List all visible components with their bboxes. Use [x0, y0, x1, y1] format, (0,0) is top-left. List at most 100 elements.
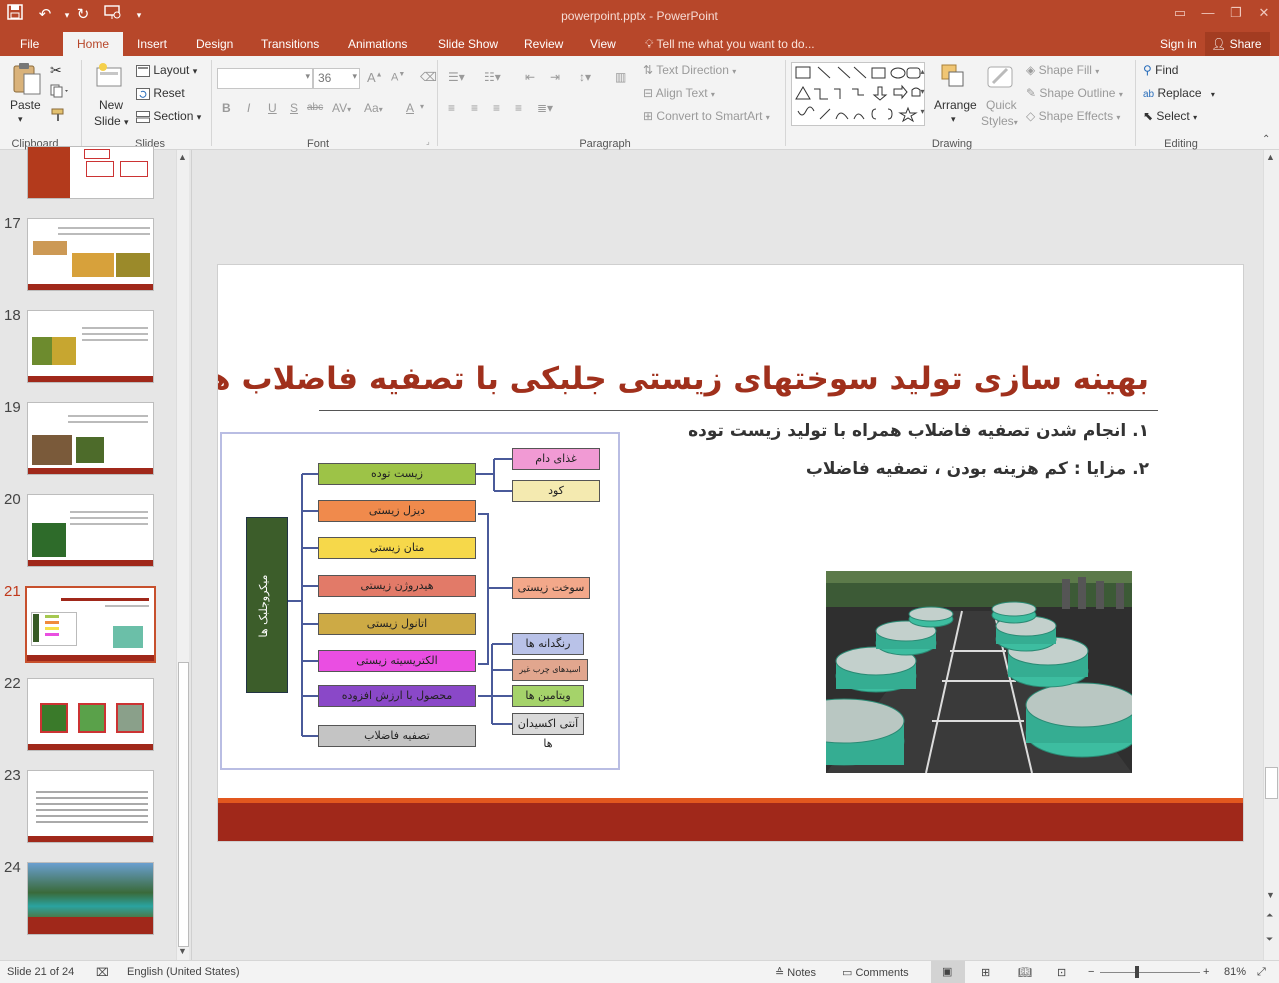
algae-ponds-photo[interactable]: [826, 571, 1132, 773]
tab-review[interactable]: Review: [524, 36, 563, 56]
normal-view-button[interactable]: ▣: [931, 961, 965, 983]
align-left-icon[interactable]: ≡: [448, 101, 455, 115]
thumbnail-slide-21-selected[interactable]: [25, 586, 156, 663]
increase-font-icon[interactable]: A▲: [367, 70, 383, 85]
new-slide-icon[interactable]: [94, 61, 126, 93]
zoom-slider-thumb[interactable]: [1135, 966, 1139, 978]
thumbnail-slide-19[interactable]: [27, 402, 154, 475]
thumbnail-slide-18[interactable]: [27, 310, 154, 383]
italic-button[interactable]: I: [247, 101, 250, 115]
slide-scrollbar[interactable]: ▲ ▼ ⏶ ⏷: [1263, 150, 1279, 960]
sign-in-link[interactable]: Sign in: [1160, 36, 1197, 56]
shape-effects-button[interactable]: ◇ Shape Effects ▾: [1026, 109, 1120, 123]
paste-icon[interactable]: [10, 62, 42, 95]
quick-styles-button[interactable]: Styles▾: [981, 114, 1018, 128]
minimize-icon[interactable]: —: [1194, 3, 1222, 23]
bullet-1[interactable]: ۱. انجام شدن تصفیه فاضلاب همراه با تولید…: [688, 421, 1149, 441]
shapes-scroll-icon[interactable]: ▴ ▾ ▾: [917, 62, 928, 126]
spell-check-icon[interactable]: ⌧: [96, 966, 109, 979]
font-size-box[interactable]: 36 ▾: [313, 68, 360, 89]
scroll-down-icon[interactable]: ▼: [1266, 890, 1275, 900]
tab-slide-show[interactable]: Slide Show: [438, 36, 498, 56]
thumbnail-slide-24[interactable]: [27, 862, 154, 935]
font-name-box[interactable]: ▾: [217, 68, 313, 89]
align-text-button[interactable]: ⊟ Align Text ▾: [643, 86, 715, 100]
decrease-font-icon[interactable]: A▼: [391, 71, 405, 84]
shape-fill-button[interactable]: ◈ Shape Fill ▾: [1026, 63, 1099, 77]
reset-button[interactable]: Reset: [136, 86, 185, 100]
microalgae-diagram[interactable]: میکروجلبک ها زیست توده دیزل زیستی متان ز…: [220, 432, 620, 770]
shadow-button[interactable]: S: [290, 101, 298, 115]
bullets-icon[interactable]: ☰▾: [448, 70, 465, 84]
select-button[interactable]: ⬉ Select ▾: [1143, 109, 1197, 123]
copy-icon[interactable]: [50, 84, 70, 101]
bullet-2[interactable]: ۲. مزایا : کم هزینه بودن ، تصفیه فاضلاب: [806, 459, 1149, 479]
find-button[interactable]: ⚲ Find: [1143, 63, 1178, 77]
thumbnail-slide-23[interactable]: [27, 770, 154, 843]
share-button[interactable]: 👤︎ Share: [1205, 32, 1270, 56]
underline-button[interactable]: U: [268, 101, 277, 115]
scroll-up-icon[interactable]: ▲: [1266, 152, 1275, 162]
tab-view[interactable]: View: [590, 36, 616, 56]
thumbnail-slide-20[interactable]: [27, 494, 154, 567]
shapes-gallery[interactable]: [791, 62, 925, 126]
thumbnail-slide-17[interactable]: [27, 218, 154, 291]
paste-button[interactable]: Paste: [10, 98, 41, 112]
ribbon-display-options-icon[interactable]: ▭: [1166, 3, 1194, 23]
tab-animations[interactable]: Animations: [348, 36, 407, 56]
new-slide-label-1[interactable]: New: [99, 98, 123, 112]
reading-view-icon[interactable]: 📖︎: [1018, 966, 1032, 979]
scrollbar-thumb[interactable]: [178, 662, 189, 947]
layout-button[interactable]: Layout ▾: [136, 63, 197, 77]
replace-button[interactable]: ab Replace ▾: [1143, 86, 1215, 100]
zoom-out-icon[interactable]: −: [1088, 966, 1094, 978]
current-slide[interactable]: بهینه سازی تولید سوختهای زیستی جلبکی با …: [217, 264, 1244, 842]
collapse-ribbon-icon[interactable]: ⌃: [1262, 134, 1270, 145]
change-case-button[interactable]: Aa▾: [364, 101, 383, 115]
bold-button[interactable]: B: [222, 101, 231, 115]
close-icon[interactable]: ✕: [1250, 3, 1278, 23]
scroll-up-icon[interactable]: ▲: [178, 152, 187, 162]
tab-transitions[interactable]: Transitions: [261, 36, 319, 56]
quick-styles-label-1[interactable]: Quick: [986, 98, 1017, 112]
slide-title[interactable]: بهینه سازی تولید سوختهای زیستی جلبکی با …: [218, 361, 1149, 397]
chevron-down-icon[interactable]: ▾: [420, 102, 424, 111]
tab-design[interactable]: Design: [196, 36, 233, 56]
zoom-slider[interactable]: [1100, 972, 1200, 973]
strikethrough-button[interactable]: abc: [307, 102, 323, 113]
tab-insert[interactable]: Insert: [137, 36, 167, 56]
decrease-indent-icon[interactable]: ⇤: [525, 70, 535, 84]
justify-icon[interactable]: ≡: [515, 101, 522, 115]
fit-slide-icon[interactable]: ⤢: [1257, 966, 1266, 979]
notes-button[interactable]: ≙ Notes: [775, 966, 816, 979]
quick-styles-icon[interactable]: [985, 61, 1017, 93]
arrange-button[interactable]: Arrange: [934, 98, 977, 112]
font-dialog-launcher-icon[interactable]: ⌟: [426, 137, 430, 146]
thumbnail-slide-16[interactable]: [27, 146, 154, 199]
thumbnail-scrollbar[interactable]: ▲ ▼: [176, 150, 189, 960]
shape-outline-button[interactable]: ✎ Shape Outline ▾: [1026, 86, 1123, 100]
font-color-icon[interactable]: A: [406, 101, 414, 115]
zoom-in-icon[interactable]: +: [1203, 966, 1209, 978]
restore-icon[interactable]: ❐: [1222, 3, 1250, 23]
scroll-down-icon[interactable]: ▼: [178, 946, 187, 956]
language-indicator[interactable]: English (United States): [127, 966, 240, 978]
clear-formatting-icon[interactable]: ⌫: [420, 70, 437, 84]
comments-button[interactable]: ▭ Comments: [842, 966, 909, 979]
tell-me-box[interactable]: 💡︎ Tell me what you want to do...: [645, 36, 815, 56]
tab-home[interactable]: Home: [63, 32, 124, 56]
columns-icon[interactable]: ▥: [615, 70, 626, 84]
align-center-icon[interactable]: ≡: [471, 101, 478, 115]
paste-dropdown-icon[interactable]: ▾: [18, 114, 23, 125]
arrange-dropdown-icon[interactable]: ▾: [951, 114, 956, 125]
format-painter-icon[interactable]: [50, 108, 66, 125]
section-button[interactable]: Section ▾: [136, 109, 201, 123]
scrollbar-thumb[interactable]: [1265, 767, 1278, 799]
character-spacing-button[interactable]: AV▾: [332, 101, 351, 115]
increase-indent-icon[interactable]: ⇥: [550, 70, 560, 84]
cut-icon[interactable]: ✂: [50, 62, 62, 79]
tab-file[interactable]: File: [20, 36, 39, 56]
distributed-icon[interactable]: ≣▾: [537, 101, 553, 115]
numbering-icon[interactable]: ☷▾: [484, 70, 501, 84]
previous-slide-icon[interactable]: ⏶: [1266, 910, 1273, 921]
